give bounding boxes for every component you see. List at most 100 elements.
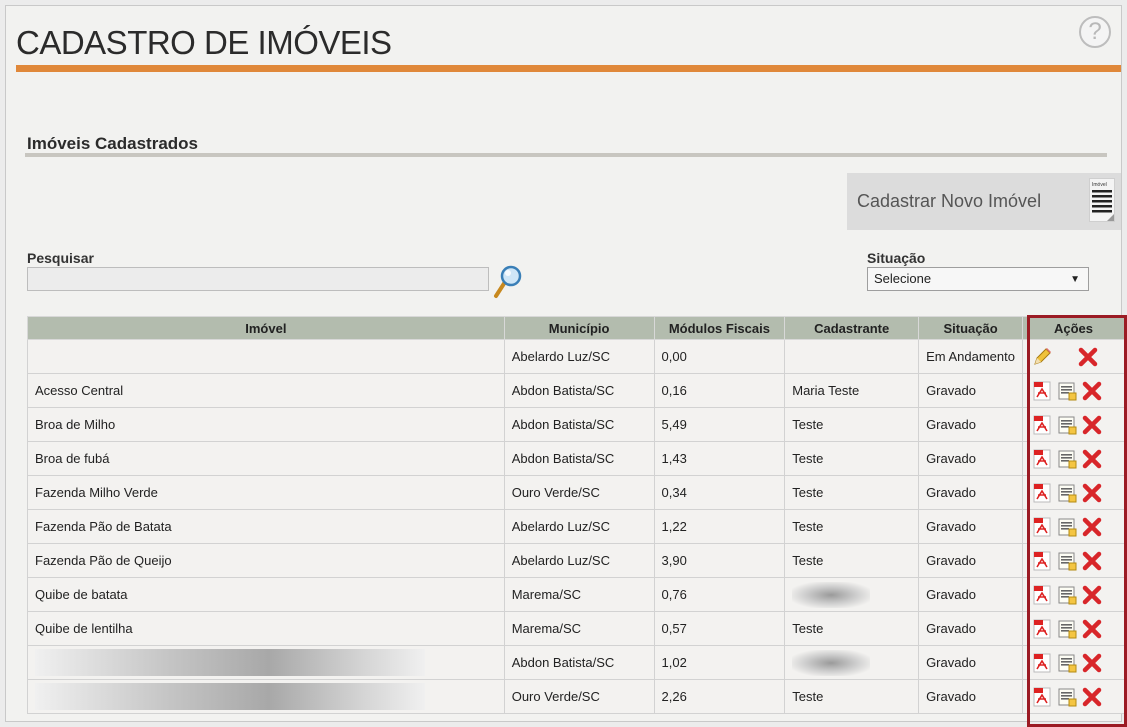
cell-modulos: 0,76 [653,577,786,612]
table-row[interactable]: Quibe de lentilha Marema/SC 0,57 Teste Grava… [27,611,1125,646]
delete-x-icon[interactable] [1081,380,1103,402]
column-header-modulos[interactable]: Módulos Fiscais [653,316,786,340]
report-icon[interactable] [1056,584,1078,606]
report-icon[interactable] [1056,380,1078,402]
delete-x-icon[interactable] [1081,482,1103,504]
column-header-municipio[interactable]: Município [503,316,655,340]
delete-x-icon[interactable] [1081,550,1103,572]
report-icon[interactable] [1056,686,1078,708]
cell-municipio: Ouro Verde/SC [503,679,655,714]
delete-x-icon[interactable] [1081,652,1103,674]
cell-municipio: Abelardo Luz/SC [503,339,655,374]
redacted-text [792,649,871,676]
redacted-text [35,683,425,710]
cell-cadastrante: Maria Teste [784,373,920,408]
report-icon[interactable] [1056,516,1078,538]
cell-modulos: 0,57 [653,611,786,646]
cell-imovel: Quibe de batata [27,577,505,612]
pdf-icon[interactable] [1031,414,1053,436]
page-title: CADASTRO DE IMÓVEIS [16,24,392,61]
table-row[interactable]: Fazenda Milho Verde Ouro Verde/SC 0,34 Test… [27,475,1125,510]
cell-cadastrante: Teste [784,543,920,578]
pdf-icon[interactable] [1031,686,1053,708]
cell-actions [1022,475,1125,510]
new-property-button[interactable]: Cadastrar Novo Imóvel Imóvel [847,173,1121,230]
table-row[interactable]: Quibe de batata Marema/SC 0,76 Gravado [27,577,1125,612]
pdf-icon[interactable] [1031,516,1053,538]
table-row[interactable]: Fazenda Pão de Queijo Abelardo Luz/SC 3,90… [27,543,1125,578]
delete-x-icon[interactable] [1077,346,1099,368]
cell-situacao: Gravado [918,543,1024,578]
cell-imovel: Broa de Milho [27,407,505,442]
report-icon[interactable] [1056,482,1078,504]
pencil-icon[interactable] [1031,346,1053,368]
column-header-imovel[interactable]: Imóvel [27,316,505,340]
pdf-icon[interactable] [1031,652,1053,674]
delete-x-icon[interactable] [1081,516,1103,538]
cell-situacao: Gravado [918,441,1024,476]
pdf-icon[interactable] [1031,550,1053,572]
delete-x-icon[interactable] [1081,448,1103,470]
report-icon[interactable] [1056,448,1078,470]
search-label: Pesquisar [27,250,94,266]
cell-municipio: Abelardo Luz/SC [503,543,655,578]
cell-actions [1022,645,1125,680]
cell-cadastrante: Teste [784,475,920,510]
cell-municipio: Marema/SC [503,577,655,612]
report-icon[interactable] [1056,414,1078,436]
cell-cadastrante: Teste [784,679,920,714]
cell-municipio: Ouro Verde/SC [503,475,655,510]
cell-imovel: Quibe de lentilha [27,611,505,646]
table-row[interactable]: Abelardo Luz/SC 0,00 Em Andamento [27,339,1125,374]
cell-situacao: Gravado [918,475,1024,510]
table-row[interactable]: Broa de fubá Abdon Batista/SC 1,43 Teste Gra… [27,441,1125,476]
cell-actions [1022,407,1125,442]
cell-actions [1022,373,1125,408]
report-icon[interactable] [1056,652,1078,674]
pdf-icon[interactable] [1031,448,1053,470]
cell-modulos: 0,00 [653,339,786,374]
cell-imovel [27,339,505,374]
properties-table: Imóvel Município Módulos Fiscais Cadastr… [27,316,1125,714]
help-icon[interactable]: ? [1079,16,1111,48]
delete-x-icon[interactable] [1081,584,1103,606]
cell-modulos: 5,49 [653,407,786,442]
table-row[interactable]: Acesso Central Abdon Batista/SC 0,16 Maria … [27,373,1125,408]
cell-modulos: 1,43 [653,441,786,476]
column-header-situacao[interactable]: Situação [918,316,1024,340]
cell-situacao: Gravado [918,645,1024,680]
table-row[interactable]: Ouro Verde/SC 2,26 Teste Gravado [27,679,1125,714]
report-icon[interactable] [1056,618,1078,640]
cell-municipio: Abdon Batista/SC [503,441,655,476]
delete-x-icon[interactable] [1081,618,1103,640]
title-accent-bar [16,65,1121,72]
page-frame: CADASTRO DE IMÓVEIS ? Imóveis Cadastrado… [5,5,1127,727]
cell-modulos: 1,02 [653,645,786,680]
table-row[interactable]: Broa de Milho Abdon Batista/SC 5,49 Teste Gr… [27,407,1125,442]
table-row[interactable]: Fazenda Pão de Batata Abelardo Luz/SC 1,22… [27,509,1125,544]
redacted-text [792,581,871,608]
pdf-icon[interactable] [1031,482,1053,504]
section-title: Imóveis Cadastrados [27,134,199,153]
delete-x-icon[interactable] [1081,414,1103,436]
magnifier-icon[interactable] [493,264,523,300]
pdf-icon[interactable] [1031,618,1053,640]
table-row[interactable]: Abdon Batista/SC 1,02 Gravado [27,645,1125,680]
column-header-cadastrante[interactable]: Cadastrante [784,316,920,340]
cell-modulos: 3,90 [653,543,786,578]
pdf-icon[interactable] [1031,584,1053,606]
cell-situacao: Gravado [918,373,1024,408]
cell-situacao: Gravado [918,577,1024,612]
search-input[interactable] [27,267,489,291]
pdf-icon[interactable] [1031,380,1053,402]
cell-cadastrante [784,577,920,612]
status-select[interactable]: Selecione ▼ [867,267,1089,291]
cell-imovel [27,645,505,680]
cell-cadastrante: Teste [784,407,920,442]
cell-cadastrante: Teste [784,509,920,544]
delete-x-icon[interactable] [1081,686,1103,708]
redacted-text [35,649,425,676]
cell-actions [1022,611,1125,646]
report-icon[interactable] [1056,550,1078,572]
